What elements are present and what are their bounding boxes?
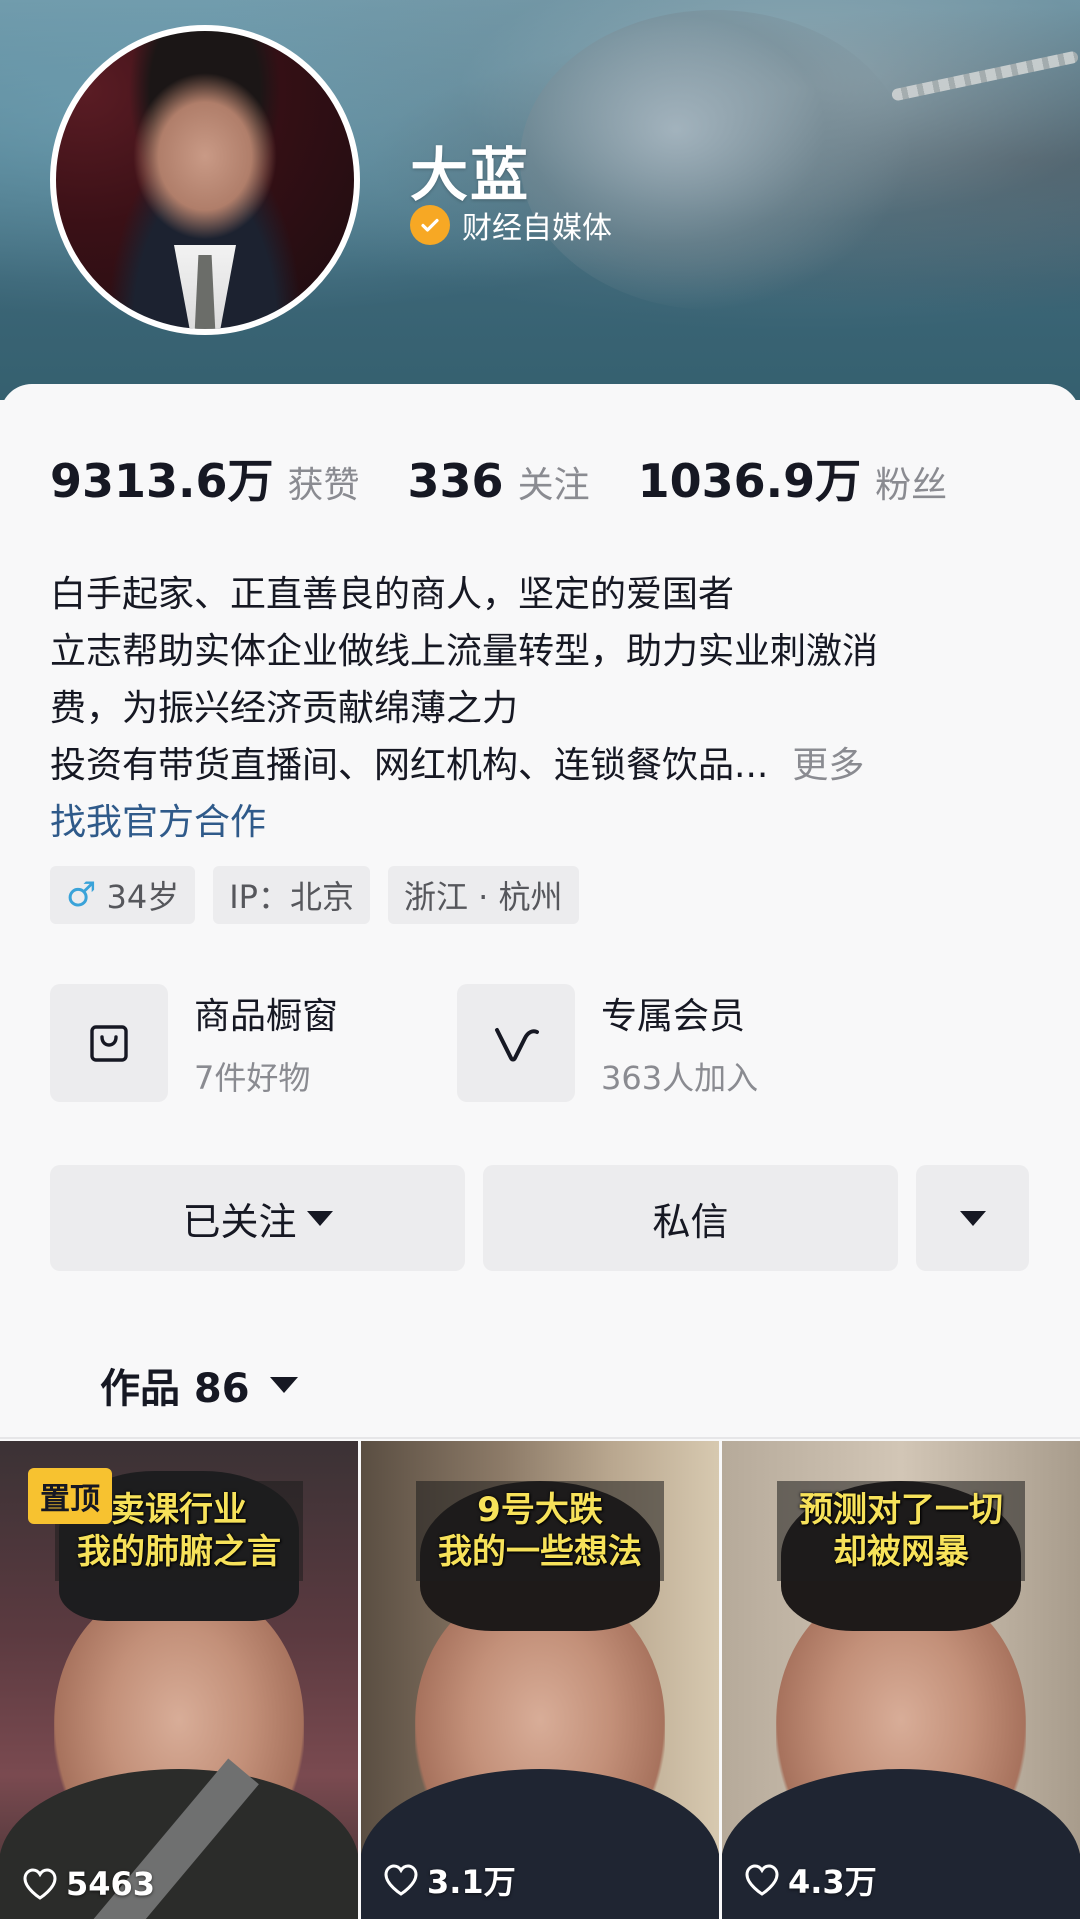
video-grid: 置顶 卖课行业 我的肺腑之言 5463 9号大跌 我的一些想法 3.1万 预测对…	[0, 1441, 1080, 1919]
works-tab-label: 作品 86	[100, 1366, 250, 1412]
bio-line-text: 投资有带货直播间、网红机构、连锁餐饮品...	[50, 745, 769, 786]
profile-actions: 已关注 私信	[50, 1165, 1029, 1271]
video-caption-line: 却被网暴	[833, 1532, 969, 1572]
stat-label: 获赞	[287, 465, 360, 506]
profile-tags: ♂ 34岁 IP：北京 浙江 · 杭州	[50, 866, 579, 924]
stat-label: 关注	[517, 465, 590, 506]
bio-line: 费，为振兴经济贡献绵薄之力	[50, 688, 519, 729]
bio-line-last: 投资有带货直播间、网红机构、连锁餐饮品... 更多	[50, 737, 1040, 794]
verification-badge: 财经自媒体	[410, 203, 612, 247]
heart-icon	[384, 1864, 418, 1896]
stat-value: 9313.6万	[50, 454, 274, 508]
video-likes-count: 5463	[66, 1865, 156, 1903]
membership-icon-box	[457, 984, 575, 1102]
more-options-button[interactable]	[916, 1165, 1029, 1271]
profile-name: 大蓝	[410, 141, 531, 209]
video-caption-line: 我的肺腑之言	[77, 1532, 281, 1572]
cover-photo-rope	[890, 50, 1080, 102]
verified-check-icon	[410, 205, 450, 245]
bio-line: 立志帮助实体企业做线上流量转型，助力实业刺激消	[50, 631, 879, 672]
stat-label: 粉丝	[875, 465, 948, 506]
feature-subtitle: 363人加入	[601, 1059, 759, 1097]
profile-stats: 9313.6万 获赞 336 关注 1036.9万 粉丝	[50, 445, 995, 511]
video-caption: 预测对了一切 却被网暴	[777, 1481, 1025, 1581]
male-icon: ♂	[66, 875, 97, 915]
video-likes: 4.3万	[744, 1857, 877, 1903]
caret-down-icon	[959, 1210, 986, 1226]
video-likes-count: 4.3万	[788, 1863, 877, 1901]
tag-location: 浙江 · 杭州	[387, 866, 579, 924]
video-caption-line: 9号大跌	[477, 1490, 603, 1530]
stat-followers[interactable]: 1036.9万 粉丝	[638, 445, 948, 511]
cover-photo-figure	[520, 10, 910, 310]
tab-works[interactable]: 作品 86	[100, 1356, 298, 1414]
video-thumbnail[interactable]: 置顶 卖课行业 我的肺腑之言 5463	[0, 1441, 358, 1919]
caret-down-icon	[269, 1377, 298, 1393]
cooperation-link[interactable]: 找我官方合作	[50, 793, 266, 845]
tag-gender-age: ♂ 34岁	[50, 866, 196, 924]
profile-bio: 白手起家、正直善良的商人，坚定的爱国者 立志帮助实体企业做线上流量转型，助力实业…	[50, 566, 1040, 794]
verification-label: 财经自媒体	[462, 211, 612, 246]
divider	[0, 1437, 1080, 1439]
video-caption-line: 预测对了一切	[799, 1490, 1003, 1530]
video-caption-line: 我的一些想法	[438, 1532, 642, 1572]
bio-more-link[interactable]: 更多	[792, 745, 864, 786]
feature-text: 商品橱窗 7件好物	[194, 987, 338, 1099]
shop-window-icon-box	[50, 984, 168, 1102]
stat-value: 1036.9万	[637, 454, 862, 508]
bio-line: 白手起家、正直善良的商人，坚定的爱国者	[50, 574, 735, 615]
caret-down-icon	[306, 1210, 333, 1226]
message-button-label: 私信	[652, 1199, 729, 1244]
avatar[interactable]	[50, 25, 360, 335]
message-button[interactable]: 私信	[483, 1165, 898, 1271]
video-thumbnail[interactable]: 9号大跌 我的一些想法 3.1万	[361, 1441, 719, 1919]
feature-title: 商品橱窗	[194, 996, 339, 1037]
feature-title: 专属会员	[601, 996, 746, 1037]
feature-shop-window[interactable]: 商品橱窗 7件好物	[50, 984, 457, 1102]
followed-button-label: 已关注	[182, 1199, 297, 1244]
stat-value: 336	[407, 454, 504, 508]
video-thumbnail[interactable]: 预测对了一切 却被网暴 4.3万	[722, 1441, 1080, 1919]
heart-icon	[745, 1864, 779, 1896]
video-likes-count: 3.1万	[427, 1863, 516, 1901]
tag-age: 34岁	[106, 878, 180, 916]
profile-features: 商品橱窗 7件好物 专属会员 363人加入	[50, 984, 864, 1102]
stat-following[interactable]: 336 关注	[408, 454, 590, 508]
v-membership-icon	[495, 1028, 539, 1062]
followed-button[interactable]: 已关注	[50, 1165, 465, 1271]
video-likes: 3.1万	[383, 1857, 516, 1903]
video-caption: 9号大跌 我的一些想法	[416, 1481, 664, 1581]
video-likes: 5463	[22, 1865, 155, 1903]
heart-icon	[23, 1868, 57, 1900]
shopping-bag-icon	[90, 1025, 128, 1062]
feature-subtitle: 7件好物	[194, 1059, 311, 1097]
pinned-badge: 置顶	[28, 1468, 112, 1524]
stat-likes[interactable]: 9313.6万 获赞	[50, 445, 360, 511]
feature-text: 专属会员 363人加入	[601, 987, 758, 1099]
tag-ip: IP：北京	[213, 866, 370, 924]
feature-membership[interactable]: 专属会员 363人加入	[457, 984, 864, 1102]
